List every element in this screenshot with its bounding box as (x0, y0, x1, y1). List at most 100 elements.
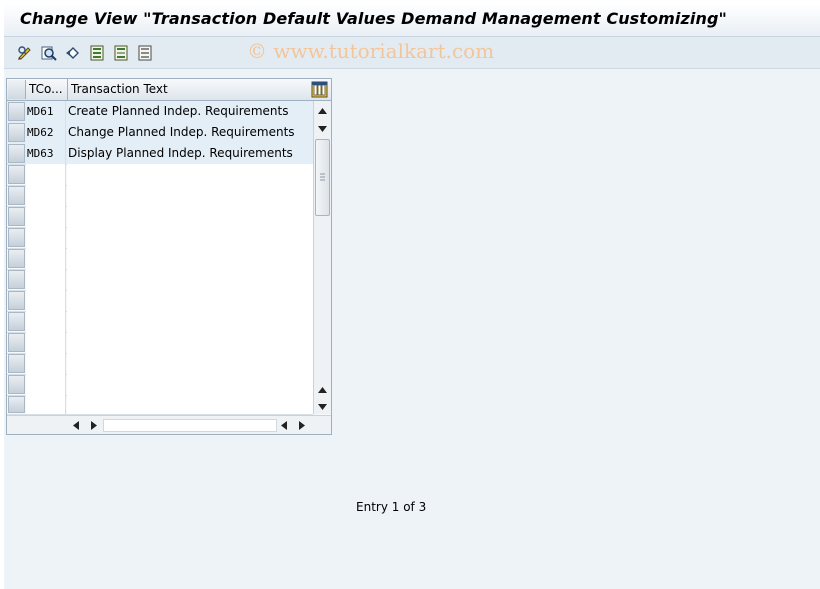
tcode-cell[interactable] (26, 269, 66, 290)
transaction-text-cell[interactable]: Display Planned Indep. Requirements (67, 143, 313, 164)
empty-row (7, 269, 313, 291)
empty-row (7, 248, 313, 270)
tcode-cell[interactable] (26, 290, 66, 311)
tcode-cell[interactable] (26, 227, 66, 248)
tcode-cell[interactable]: MD61 (26, 101, 66, 122)
row-selector[interactable] (8, 123, 25, 142)
empty-row (7, 227, 313, 249)
table-settings-icon (311, 81, 328, 98)
scroll-right-button[interactable] (297, 419, 307, 431)
row-selector[interactable] (8, 144, 25, 163)
scroll-right-button[interactable] (89, 419, 99, 431)
table-header: TCo... Transaction Text (7, 79, 331, 101)
tcode-cell[interactable] (26, 185, 66, 206)
select-all-button[interactable] (88, 44, 106, 62)
transaction-text-cell[interactable] (67, 227, 313, 248)
tcode-cell[interactable] (26, 374, 66, 395)
tcode-cell[interactable]: MD63 (26, 143, 66, 164)
empty-row (7, 374, 313, 396)
row-selector[interactable] (8, 333, 25, 352)
sap-window: Change View "Transaction Default Values … (4, 4, 820, 589)
column-config-button[interactable] (311, 81, 328, 98)
tcode-cell[interactable] (26, 164, 66, 185)
arrow-up-icon (318, 387, 327, 393)
transaction-text-cell[interactable] (67, 248, 313, 269)
watermark-text: © www.tutorialkart.com (247, 39, 495, 63)
undo-icon (66, 47, 79, 59)
display-change-button[interactable] (16, 44, 34, 62)
scroll-left-button[interactable] (71, 419, 81, 431)
empty-row (7, 395, 313, 415)
transaction-text-cell[interactable]: Create Planned Indep. Requirements (67, 101, 313, 122)
arrow-down-icon (318, 404, 327, 410)
row-selector[interactable] (8, 186, 25, 205)
row-selector[interactable] (8, 270, 25, 289)
scroll-page-down-button[interactable] (317, 123, 328, 135)
tcode-cell[interactable] (26, 395, 66, 414)
select-all-icon (90, 45, 104, 61)
scroll-page-up-button[interactable] (317, 384, 328, 396)
tcode-cell[interactable] (26, 248, 66, 269)
row-selector[interactable] (8, 396, 25, 413)
scroll-down-button[interactable] (317, 401, 328, 413)
display-change-icon (18, 46, 31, 60)
horizontal-scrollbar[interactable] (7, 415, 331, 434)
empty-row (7, 353, 313, 375)
deselect-all-button[interactable] (136, 44, 154, 62)
row-selector[interactable] (8, 354, 25, 373)
transaction-text-cell[interactable] (67, 374, 313, 395)
empty-row (7, 290, 313, 312)
row-selector[interactable] (8, 291, 25, 310)
empty-row (7, 206, 313, 228)
arrow-left-icon (73, 420, 79, 430)
entry-counter: Entry 1 of 3 (356, 500, 427, 514)
tcode-cell[interactable] (26, 311, 66, 332)
column-header-tcode[interactable]: TCo... (29, 79, 67, 100)
select-block-icon (114, 45, 128, 61)
row-selector[interactable] (8, 249, 25, 268)
find-icon (41, 46, 57, 61)
tcode-cell[interactable] (26, 206, 66, 227)
arrow-up-icon (318, 108, 327, 114)
empty-row (7, 311, 313, 333)
tcode-cell[interactable] (26, 332, 66, 353)
undo-button[interactable] (64, 44, 82, 62)
tcode-cell[interactable]: MD62 (26, 122, 66, 143)
scroll-left-button[interactable] (279, 419, 289, 431)
scroll-thumb[interactable] (315, 139, 330, 216)
column-divider (67, 79, 68, 100)
select-block-button[interactable] (112, 44, 130, 62)
transaction-text-cell[interactable] (67, 353, 313, 374)
transaction-text-cell[interactable] (67, 269, 313, 290)
scroll-up-button[interactable] (317, 105, 328, 117)
empty-row (7, 332, 313, 354)
scroll-track[interactable] (103, 419, 277, 432)
grip-icon (320, 173, 325, 181)
row-selector[interactable] (8, 165, 25, 184)
transaction-text-cell[interactable] (67, 290, 313, 311)
row-selector[interactable] (8, 375, 25, 394)
arrow-right-icon (299, 420, 305, 430)
row-selector[interactable] (8, 228, 25, 247)
empty-row (7, 164, 313, 186)
table-row: MD63 Display Planned Indep. Requirements (7, 143, 313, 165)
transaction-text-cell[interactable]: Change Planned Indep. Requirements (67, 122, 313, 143)
transaction-text-cell[interactable] (67, 332, 313, 353)
transaction-text-cell[interactable] (67, 185, 313, 206)
transaction-text-cell[interactable] (67, 311, 313, 332)
transaction-text-cell[interactable] (67, 206, 313, 227)
arrow-left-icon (281, 420, 287, 430)
row-selector[interactable] (8, 102, 25, 121)
table-row: MD62 Change Planned Indep. Requirements (7, 122, 313, 144)
table-control: TCo... Transaction Text MD61 Create Plan… (6, 78, 332, 435)
row-selector[interactable] (8, 312, 25, 331)
find-button[interactable] (40, 44, 58, 62)
select-all-rows-button[interactable] (8, 80, 26, 99)
column-header-transaction-text[interactable]: Transaction Text (71, 79, 311, 100)
vertical-scrollbar[interactable] (313, 101, 331, 414)
tcode-cell[interactable] (26, 353, 66, 374)
transaction-text-cell[interactable] (67, 164, 313, 185)
transaction-text-cell[interactable] (67, 395, 313, 414)
deselect-all-icon (138, 45, 152, 61)
row-selector[interactable] (8, 207, 25, 226)
